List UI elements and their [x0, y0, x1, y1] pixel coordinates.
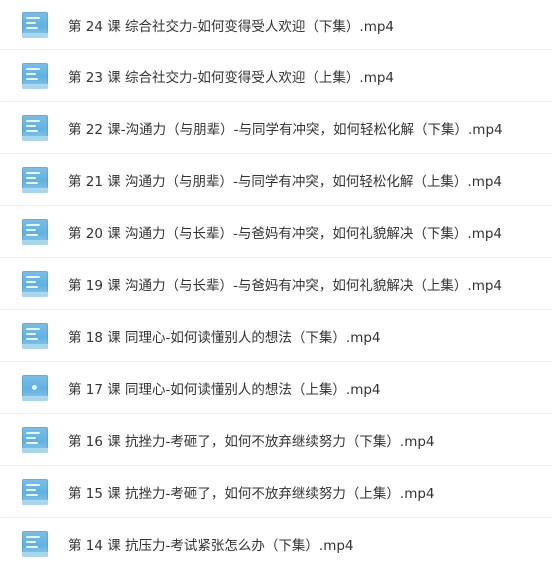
- file-row[interactable]: 第 18 课 同理心-如何读懂别人的想法（下集）.mp4: [0, 310, 552, 362]
- video-thumbnail-icon: [22, 427, 48, 453]
- video-thumbnail-icon: [22, 167, 48, 193]
- video-thumbnail-icon: [22, 479, 48, 505]
- file-row[interactable]: 第 22 课-沟通力（与朋辈）-与同学有冲突，如何轻松化解（下集）.mp4: [0, 102, 552, 154]
- file-row[interactable]: 第 14 课 抗压力-考试紧张怎么办（下集）.mp4: [0, 518, 552, 570]
- video-thumbnail-icon: [22, 12, 48, 38]
- file-row[interactable]: 第 20 课 沟通力（与长辈）-与爸妈有冲突，如何礼貌解决（下集）.mp4: [0, 206, 552, 258]
- video-thumbnail-plain-icon: [22, 375, 48, 401]
- video-thumbnail-icon: [22, 323, 48, 349]
- video-thumbnail-icon: [22, 63, 48, 89]
- file-name: 第 17 课 同理心-如何读懂别人的想法（上集）.mp4: [68, 382, 381, 398]
- file-row[interactable]: 第 19 课 沟通力（与长辈）-与爸妈有冲突，如何礼貌解决（上集）.mp4: [0, 258, 552, 310]
- file-name: 第 18 课 同理心-如何读懂别人的想法（下集）.mp4: [68, 330, 381, 346]
- file-row[interactable]: 第 23 课 综合社交力-如何变得受人欢迎（上集）.mp4: [0, 50, 552, 102]
- file-row[interactable]: 第 16 课 抗挫力-考砸了，如何不放弃继续努力（下集）.mp4: [0, 414, 552, 466]
- file-name: 第 19 课 沟通力（与长辈）-与爸妈有冲突，如何礼貌解决（上集）.mp4: [68, 278, 503, 294]
- file-name: 第 23 课 综合社交力-如何变得受人欢迎（上集）.mp4: [68, 70, 395, 86]
- file-name: 第 14 课 抗压力-考试紧张怎么办（下集）.mp4: [68, 538, 354, 554]
- file-name: 第 16 课 抗挫力-考砸了，如何不放弃继续努力（下集）.mp4: [68, 434, 435, 450]
- file-name: 第 24 课 综合社交力-如何变得受人欢迎（下集）.mp4: [68, 19, 395, 35]
- file-name: 第 20 课 沟通力（与长辈）-与爸妈有冲突，如何礼貌解决（下集）.mp4: [68, 226, 503, 242]
- file-name: 第 22 课-沟通力（与朋辈）-与同学有冲突，如何轻松化解（下集）.mp4: [68, 122, 503, 138]
- file-row[interactable]: 第 21 课 沟通力（与朋辈）-与同学有冲突，如何轻松化解（上集）.mp4: [0, 154, 552, 206]
- video-thumbnail-icon: [22, 219, 48, 245]
- file-row[interactable]: 第 24 课 综合社交力-如何变得受人欢迎（下集）.mp4: [0, 0, 552, 50]
- file-name: 第 21 课 沟通力（与朋辈）-与同学有冲突，如何轻松化解（上集）.mp4: [68, 174, 503, 190]
- file-row[interactable]: 第 17 课 同理心-如何读懂别人的想法（上集）.mp4: [0, 362, 552, 414]
- video-thumbnail-icon: [22, 271, 48, 297]
- video-thumbnail-icon: [22, 115, 48, 141]
- file-row[interactable]: 第 15 课 抗挫力-考砸了，如何不放弃继续努力（上集）.mp4: [0, 466, 552, 518]
- video-thumbnail-icon: [22, 531, 48, 557]
- file-name: 第 15 课 抗挫力-考砸了，如何不放弃继续努力（上集）.mp4: [68, 486, 435, 502]
- file-list: 第 24 课 综合社交力-如何变得受人欢迎（下集）.mp4 第 23 课 综合社…: [0, 0, 552, 576]
